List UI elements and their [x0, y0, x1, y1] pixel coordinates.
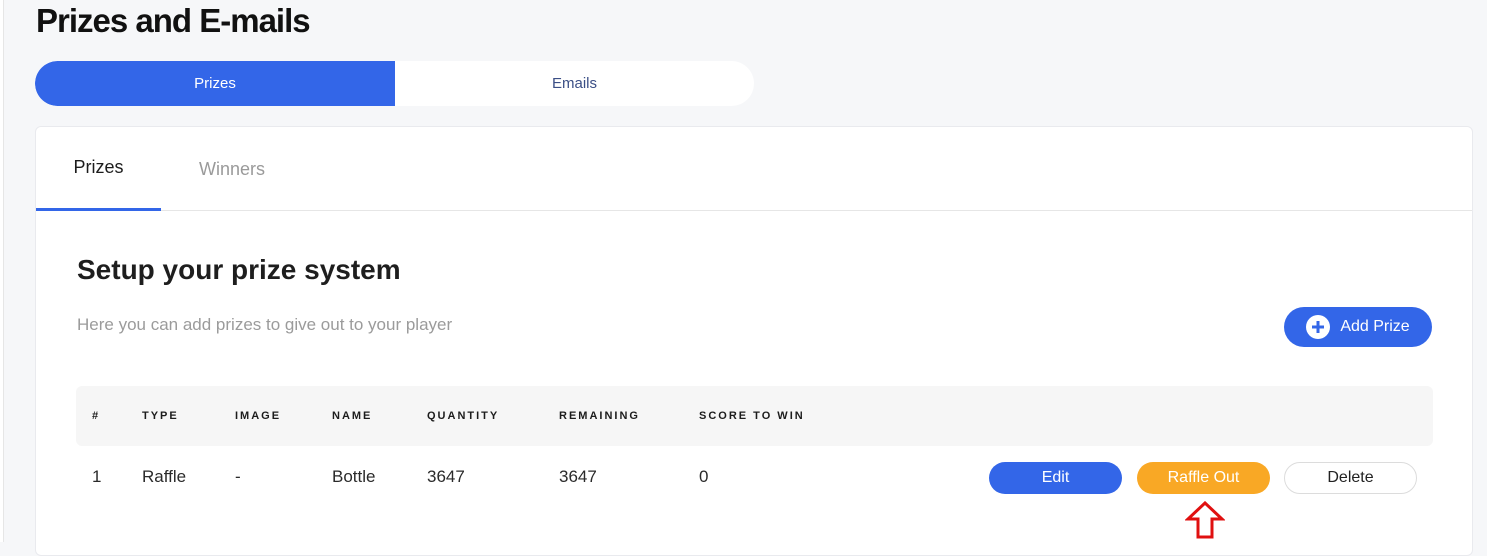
delete-button[interactable]: Delete	[1284, 462, 1417, 494]
tab-prizes[interactable]: Prizes	[36, 127, 161, 211]
cell-score-to-win: 0	[699, 467, 709, 486]
card-tabs: Prizes Winners	[36, 127, 1472, 211]
prizes-emails-toggle: Prizes Emails	[35, 61, 754, 106]
cell-remaining: 3647	[559, 467, 597, 486]
add-prize-button[interactable]: Add Prize	[1284, 307, 1432, 347]
edit-button[interactable]: Edit	[989, 462, 1122, 494]
toggle-emails[interactable]: Emails	[395, 61, 754, 106]
col-number: #	[92, 410, 101, 422]
col-name: NAME	[332, 410, 373, 422]
section-subtitle: Here you can add prizes to give out to y…	[77, 315, 453, 334]
col-score-to-win: SCORE TO WIN	[699, 410, 805, 422]
tab-winners[interactable]: Winners	[199, 127, 265, 211]
table-header: # TYPE IMAGE NAME QUANTITY REMAINING SCO…	[76, 386, 1433, 446]
add-prize-label: Add Prize	[1340, 318, 1410, 335]
cell-number: 1	[92, 467, 102, 486]
cell-quantity: 3647	[427, 467, 465, 486]
col-type: TYPE	[142, 410, 179, 422]
cell-type: Raffle	[142, 467, 187, 486]
col-image: IMAGE	[235, 410, 282, 422]
col-remaining: REMAINING	[559, 410, 640, 422]
plus-circle-icon	[1306, 315, 1331, 339]
section-title: Setup your prize system	[77, 254, 401, 285]
cell-name: Bottle	[332, 467, 376, 486]
raffle-out-button[interactable]: Raffle Out	[1137, 462, 1270, 494]
left-edge	[0, 0, 4, 542]
toggle-prizes[interactable]: Prizes	[35, 61, 395, 106]
prizes-card: Prizes Winners Setup your prize system H…	[35, 126, 1473, 556]
arrow-up-outline-icon	[1185, 501, 1225, 539]
col-quantity: QUANTITY	[427, 410, 500, 422]
cell-image: -	[235, 467, 241, 486]
page-title: Prizes and E-mails	[36, 2, 311, 39]
